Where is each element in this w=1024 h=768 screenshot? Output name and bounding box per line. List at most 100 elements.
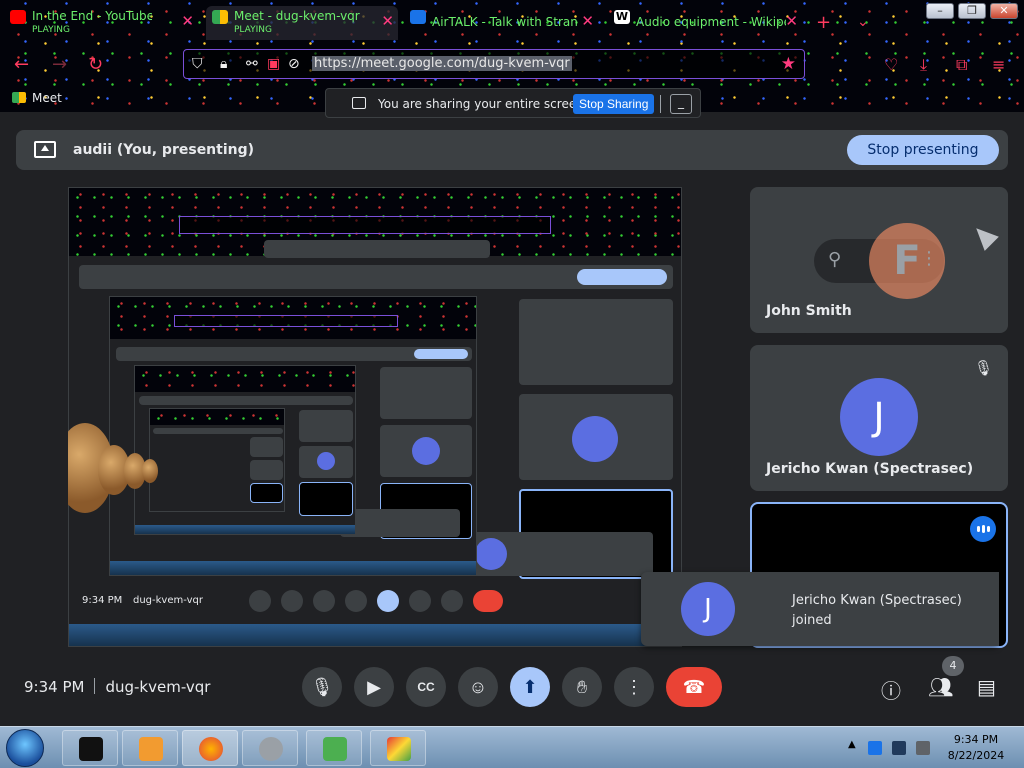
nested-avatar bbox=[317, 452, 335, 470]
mic-icon: 🎙︎ bbox=[310, 677, 334, 697]
address-bar[interactable]: ⛉ 🔒︎ ⚯ ▣ ⊘ https://meet.google.com/dug-k… bbox=[183, 49, 805, 79]
phone-hangup-icon: ☎︎ bbox=[682, 677, 706, 697]
participant-name: Jericho Kwan (Spectrasec) bbox=[766, 461, 974, 477]
show-hidden-icons-icon[interactable]: ▲ bbox=[848, 739, 856, 750]
pin-icon[interactable]: ⚲ bbox=[828, 249, 841, 270]
nested-tile bbox=[299, 410, 353, 442]
meeting-time: 9:34 PM bbox=[24, 678, 85, 696]
forward-icon[interactable]: → bbox=[52, 54, 67, 75]
nested-presenting-bar bbox=[153, 428, 283, 434]
shield-icon[interactable]: ⛉ bbox=[192, 56, 203, 72]
reload-icon[interactable]: ↻ bbox=[88, 54, 103, 75]
nested-control bbox=[441, 590, 463, 612]
nested-screen-level-3 bbox=[134, 365, 356, 535]
participant-joined-toast: J Jericho Kwan (Spectrasec) joined bbox=[641, 572, 999, 646]
nested-control bbox=[409, 590, 431, 612]
start-button[interactable] bbox=[6, 729, 44, 767]
media-center-icon bbox=[323, 737, 347, 761]
toast-body: Jericho Kwan (Spectrasec) joined bbox=[777, 572, 999, 646]
avatar: J bbox=[840, 378, 918, 456]
participant-name: John Smith bbox=[766, 303, 852, 319]
menu-icon[interactable]: ≡ bbox=[992, 55, 1005, 74]
nested-taskbar bbox=[110, 561, 476, 575]
nested-presenting-bar bbox=[139, 396, 353, 405]
taskbar-item-terminal[interactable] bbox=[62, 730, 118, 766]
taskbar-item-webcam[interactable] bbox=[242, 730, 298, 766]
participant-tile-jericho[interactable]: 🎙︎ J Jericho Kwan (Spectrasec) bbox=[750, 345, 1008, 491]
emoji-icon: ☺ bbox=[468, 677, 488, 697]
meet-icon bbox=[212, 10, 228, 24]
close-icon[interactable]: ✕ bbox=[381, 12, 394, 30]
close-icon[interactable]: ✕ bbox=[181, 12, 194, 30]
nested-control bbox=[473, 590, 503, 612]
nested-tile bbox=[250, 437, 283, 457]
captions-button[interactable]: CC bbox=[406, 667, 446, 707]
meet-logo-icon bbox=[12, 92, 26, 103]
tray-clock-date[interactable]: 8/22/2024 bbox=[947, 749, 1005, 762]
microphone-button[interactable]: 🎙︎ bbox=[302, 667, 342, 707]
paint-icon bbox=[387, 737, 411, 761]
extensions-icon[interactable]: ⧉ bbox=[956, 55, 967, 75]
hide-button[interactable]: _ bbox=[670, 94, 692, 114]
url-text[interactable]: https://meet.google.com/dug-kvem-vqr bbox=[312, 56, 572, 71]
volume-icon[interactable] bbox=[916, 741, 930, 755]
camera-button[interactable]: ▶︎ bbox=[354, 667, 394, 707]
meeting-details-icon[interactable]: ⓘ bbox=[881, 675, 901, 704]
permissions-icon[interactable]: ⚯ bbox=[246, 56, 258, 72]
people-icon[interactable]: 👥︎ bbox=[928, 675, 953, 699]
stop-sharing-button[interactable]: Stop Sharing bbox=[573, 94, 655, 114]
minimize-window-button[interactable]: – bbox=[926, 3, 954, 19]
divider bbox=[660, 95, 661, 113]
share-status-text: You are sharing your entire screen. bbox=[378, 97, 588, 111]
taskbar-item-media-player[interactable] bbox=[122, 730, 178, 766]
close-icon[interactable]: ✕ bbox=[785, 12, 798, 30]
present-icon bbox=[34, 141, 56, 158]
tab-airtalk[interactable]: AirTALK - Talk with Strange ✕ bbox=[408, 6, 598, 40]
nested-tile-self bbox=[250, 483, 283, 503]
close-window-button[interactable]: ✕ bbox=[990, 3, 1018, 19]
chat-icon[interactable]: ▤ bbox=[977, 675, 996, 699]
tab-meet[interactable]: Meet - dug-kvem-vqr PLAYING ✕ bbox=[206, 6, 398, 40]
tab-title: In the End - YouTube bbox=[32, 9, 152, 23]
nested-avatar bbox=[572, 416, 618, 462]
hamster-sprite bbox=[142, 459, 158, 483]
downloads-icon[interactable]: ⤓ bbox=[920, 55, 927, 75]
taskbar-item-firefox[interactable] bbox=[182, 730, 238, 766]
leave-call-button[interactable]: ☎︎ bbox=[666, 667, 722, 707]
taskbar-item-paint[interactable] bbox=[370, 730, 426, 766]
display-icon[interactable] bbox=[892, 741, 906, 755]
bluetooth-icon[interactable] bbox=[868, 741, 882, 755]
new-tab-icon[interactable]: + bbox=[816, 12, 831, 33]
back-icon[interactable]: ← bbox=[14, 54, 29, 75]
maximize-window-button[interactable]: ❐ bbox=[958, 3, 986, 19]
pocket-icon[interactable]: ♡ bbox=[884, 55, 898, 74]
tab-youtube[interactable]: In the End - YouTube PLAYING ✕ bbox=[8, 6, 198, 40]
chevron-down-icon[interactable]: ⌄ bbox=[857, 14, 869, 30]
tab-wikipedia[interactable]: W Audio equipment - Wikipe ✕ bbox=[612, 6, 802, 40]
close-icon[interactable]: ✕ bbox=[581, 12, 594, 30]
tab-title: Audio equipment - Wikipe bbox=[636, 15, 786, 29]
meeting-info: 9:34 PM dug-kvem-vqr bbox=[24, 678, 210, 696]
participant-tile-john[interactable]: ⚲ F ⋮ John Smith bbox=[750, 187, 1008, 333]
hand-icon: ✋︎ bbox=[576, 677, 588, 697]
nested-tile-john bbox=[519, 299, 673, 385]
lock-icon[interactable]: 🔒︎ bbox=[220, 56, 227, 72]
cursor-icon bbox=[969, 221, 999, 251]
nested-address-bar bbox=[174, 315, 398, 327]
nested-control bbox=[345, 590, 367, 612]
taskbar-item-media-center[interactable] bbox=[306, 730, 362, 766]
tray-clock-time[interactable]: 9:34 PM bbox=[947, 733, 1005, 746]
toast-name: Jericho Kwan (Spectrasec) bbox=[792, 593, 962, 608]
screen-share-icon[interactable]: ▣ bbox=[267, 56, 280, 72]
raise-hand-button[interactable]: ✋︎ bbox=[562, 667, 602, 707]
more-options-icon[interactable]: ⋮ bbox=[920, 248, 938, 269]
tile-hover-controls: ⚲ F ⋮ bbox=[814, 223, 945, 299]
present-button[interactable]: ⬆︎ bbox=[510, 667, 550, 707]
reactions-button[interactable]: ☺ bbox=[458, 667, 498, 707]
more-options-button[interactable]: ⋮ bbox=[614, 667, 654, 707]
camera-icon: ▶︎ bbox=[367, 677, 381, 697]
camera-off-icon[interactable]: ⊘ bbox=[288, 56, 300, 72]
nested-tile-self bbox=[299, 482, 353, 516]
stop-presenting-button[interactable]: Stop presenting bbox=[847, 135, 999, 165]
bookmark-star-icon[interactable]: ★ bbox=[781, 54, 796, 74]
